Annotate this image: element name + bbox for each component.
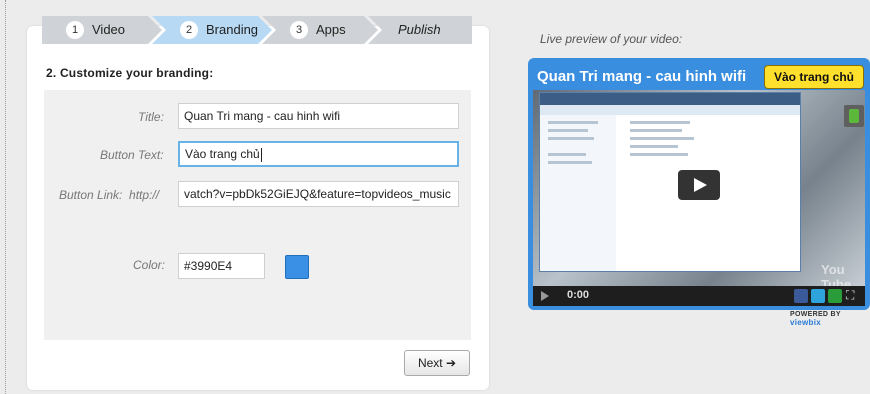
button-link-label: Button Link: http://	[59, 188, 160, 202]
branding-form: Title: Quan Tri mang - cau hinh wifi But…	[44, 90, 471, 340]
color-input[interactable]: #3990E4	[178, 253, 265, 279]
step-label: Video	[92, 22, 126, 37]
fullscreen-icon[interactable]: ⛶	[846, 289, 858, 301]
thumb-line	[548, 161, 592, 164]
step-number: 2	[180, 21, 198, 39]
thumb-line	[630, 137, 694, 140]
time-display: 0:00	[567, 289, 590, 301]
section-title: 2. Customize your branding:	[46, 66, 214, 80]
twitter-icon[interactable]	[811, 289, 825, 303]
title-label: Title:	[138, 110, 164, 124]
thumb-line	[548, 137, 594, 140]
button-link-input[interactable]: vatch?v=pbDk52GiEJQ&feature=topvideos_mu…	[178, 181, 459, 207]
share-icon[interactable]	[828, 289, 842, 303]
button-text-input[interactable]: Vào trang chủ	[178, 141, 459, 167]
color-swatch[interactable]	[285, 255, 309, 279]
thumb-toolbar	[540, 105, 800, 115]
play-icon[interactable]	[541, 291, 549, 301]
info-icon[interactable]	[844, 105, 864, 127]
player-title: Quan Tri mang - cau hinh wifi	[537, 68, 747, 85]
thumb-line	[630, 145, 678, 148]
powered-by: POWERED BY viewbix	[790, 311, 870, 327]
thumb-line	[630, 129, 682, 132]
youtube-watermark: You Tube	[821, 262, 852, 286]
step-label: Apps	[316, 22, 346, 37]
thumb-titlebar	[540, 93, 800, 105]
wizard-steps: 1 Video 2 Branding 3 Apps Publish	[42, 16, 472, 44]
step-video[interactable]: 1 Video	[42, 16, 162, 44]
step-label: Branding	[206, 22, 259, 37]
player-controls: 0:00 ⛶	[533, 286, 865, 306]
left-dotted-rule	[5, 0, 6, 394]
powered-prefix: POWERED BY	[790, 311, 841, 318]
facebook-icon[interactable]	[794, 289, 808, 303]
preview-label: Live preview of your video:	[540, 32, 683, 46]
thumb-line	[630, 121, 690, 124]
thumb-line	[548, 129, 588, 132]
button-text-label: Button Text:	[100, 148, 164, 162]
step-label: Publish	[398, 22, 441, 37]
player-cta-button[interactable]: Vào trang chủ	[764, 65, 864, 89]
play-overlay-icon[interactable]	[678, 170, 720, 200]
thumb-line	[630, 153, 688, 156]
powered-brand: viewbix	[790, 318, 822, 327]
thumb-line	[548, 121, 598, 124]
color-label: Color:	[133, 258, 166, 272]
title-input[interactable]: Quan Tri mang - cau hinh wifi	[178, 103, 459, 129]
step-branding[interactable]: 2 Branding	[152, 16, 272, 44]
step-apps[interactable]: 3 Apps	[262, 16, 378, 44]
button-text-value: Vào trang chủ	[185, 147, 260, 161]
text-cursor	[260, 147, 262, 162]
video-thumbnail	[539, 92, 801, 272]
step-number: 3	[290, 21, 308, 39]
step-number: 1	[66, 21, 84, 39]
step-publish[interactable]: Publish	[368, 16, 472, 44]
thumb-line	[548, 153, 586, 156]
video-frame[interactable]: You Tube	[533, 90, 865, 286]
next-button[interactable]: Next ➔	[404, 350, 470, 376]
